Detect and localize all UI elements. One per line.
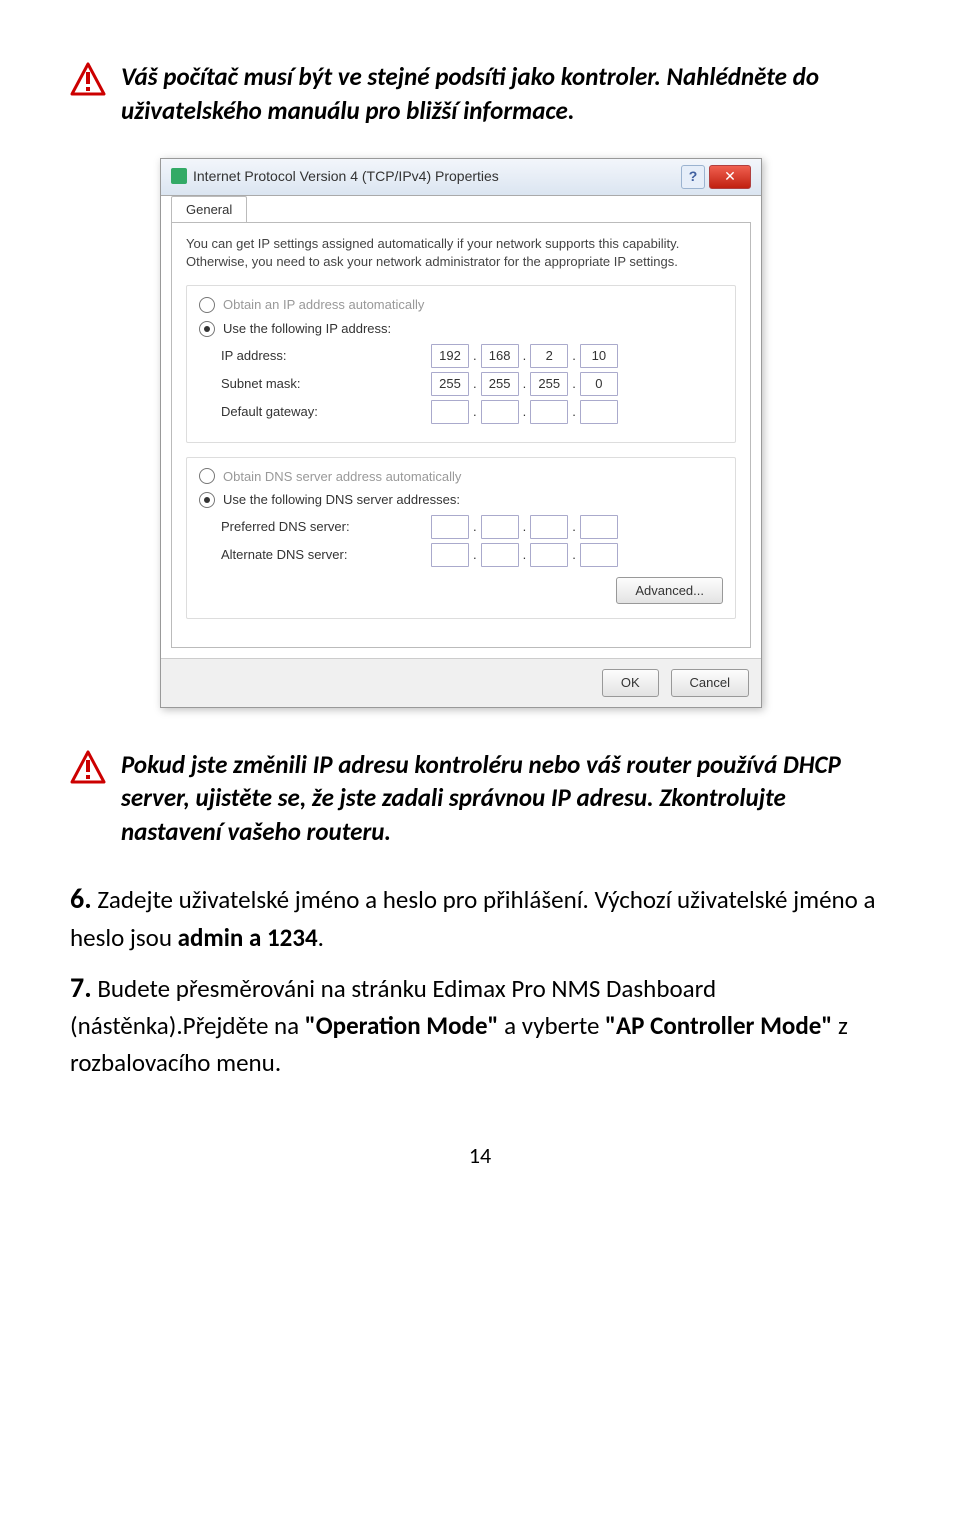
field-preferred-dns: Preferred DNS server: . . . bbox=[221, 515, 723, 539]
step-number: 7. bbox=[70, 970, 92, 1005]
ip-octet[interactable]: 168 bbox=[481, 344, 519, 368]
warning-block-1: Váš počítač musí být ve stejné podsíti j… bbox=[70, 60, 890, 128]
radio-obtain-ip-auto[interactable]: Obtain an IP address automatically bbox=[199, 296, 723, 314]
ip-octet[interactable] bbox=[431, 543, 469, 567]
help-button[interactable]: ? bbox=[681, 165, 705, 189]
radio-use-following-dns[interactable]: Use the following DNS server addresses: bbox=[199, 491, 723, 509]
radio-label: Use the following DNS server addresses: bbox=[223, 491, 460, 509]
field-label: IP address: bbox=[221, 347, 431, 365]
ip-octet[interactable] bbox=[481, 515, 519, 539]
step-text: a vyberte bbox=[499, 1010, 606, 1041]
dialog-icon bbox=[171, 168, 187, 184]
ip-octet[interactable]: 255 bbox=[481, 372, 519, 396]
cancel-button[interactable]: Cancel bbox=[671, 669, 749, 697]
radio-label: Obtain DNS server address automatically bbox=[223, 468, 461, 486]
warning-text-2: Pokud jste změnili IP adresu kontroléru … bbox=[121, 748, 890, 849]
step-6: 6. Zadejte uživatelské jméno a heslo pro… bbox=[70, 879, 890, 956]
field-alternate-dns: Alternate DNS server: . . . bbox=[221, 543, 723, 567]
radio-icon bbox=[199, 468, 215, 484]
ip-octet[interactable] bbox=[580, 543, 618, 567]
radio-label: Use the following IP address: bbox=[223, 320, 391, 338]
advanced-button[interactable]: Advanced... bbox=[616, 577, 723, 605]
tab-general[interactable]: General bbox=[171, 196, 247, 223]
ip-octet[interactable] bbox=[481, 543, 519, 567]
step-number: 6. bbox=[70, 881, 92, 916]
ip-octet[interactable] bbox=[431, 515, 469, 539]
page-number: 14 bbox=[70, 1141, 890, 1171]
radio-icon bbox=[199, 297, 215, 313]
ip-octet[interactable] bbox=[580, 400, 618, 424]
quoted-term: "Operation Mode" bbox=[305, 1010, 499, 1041]
close-button[interactable]: ✕ bbox=[709, 165, 751, 189]
field-label: Preferred DNS server: bbox=[221, 518, 431, 536]
dialog-description: You can get IP settings assigned automat… bbox=[186, 235, 736, 271]
field-default-gateway: Default gateway: . . . bbox=[221, 400, 723, 424]
field-ip-address: IP address: 192. 168. 2. 10 bbox=[221, 344, 723, 368]
ip-octet[interactable]: 10 bbox=[580, 344, 618, 368]
ip-octet[interactable] bbox=[530, 400, 568, 424]
radio-label: Obtain an IP address automatically bbox=[223, 296, 424, 314]
field-label: Subnet mask: bbox=[221, 375, 431, 393]
ip-octet[interactable]: 0 bbox=[580, 372, 618, 396]
ip-octet[interactable]: 255 bbox=[431, 372, 469, 396]
ip-octet[interactable] bbox=[530, 543, 568, 567]
ip-octet[interactable]: 255 bbox=[530, 372, 568, 396]
warning-icon bbox=[70, 750, 106, 795]
radio-use-following-ip[interactable]: Use the following IP address: bbox=[199, 320, 723, 338]
ip-octet[interactable]: 2 bbox=[530, 344, 568, 368]
radio-icon bbox=[199, 321, 215, 337]
credentials: admin a 1234 bbox=[178, 922, 318, 953]
radio-icon bbox=[199, 492, 215, 508]
warning-block-2: Pokud jste změnili IP adresu kontroléru … bbox=[70, 748, 890, 849]
ip-octet[interactable] bbox=[481, 400, 519, 424]
ip-octet[interactable] bbox=[530, 515, 568, 539]
field-label: Default gateway: bbox=[221, 403, 431, 421]
warning-text-1: Váš počítač musí být ve stejné podsíti j… bbox=[121, 60, 890, 128]
step-7: 7. Budete přesměrováni na stránku Edimax… bbox=[70, 968, 890, 1081]
ipv4-properties-dialog: Internet Protocol Version 4 (TCP/IPv4) P… bbox=[160, 158, 762, 708]
field-subnet-mask: Subnet mask: 255. 255. 255. 0 bbox=[221, 372, 723, 396]
radio-obtain-dns-auto[interactable]: Obtain DNS server address automatically bbox=[199, 468, 723, 486]
dialog-titlebar: Internet Protocol Version 4 (TCP/IPv4) P… bbox=[161, 159, 761, 196]
ip-octet[interactable] bbox=[580, 515, 618, 539]
ip-octet[interactable]: 192 bbox=[431, 344, 469, 368]
dialog-title: Internet Protocol Version 4 (TCP/IPv4) P… bbox=[193, 167, 499, 186]
field-label: Alternate DNS server: bbox=[221, 546, 431, 564]
quoted-term: "AP Controller Mode" bbox=[605, 1010, 832, 1041]
ip-octet[interactable] bbox=[431, 400, 469, 424]
warning-icon bbox=[70, 62, 106, 107]
ok-button[interactable]: OK bbox=[602, 669, 659, 697]
